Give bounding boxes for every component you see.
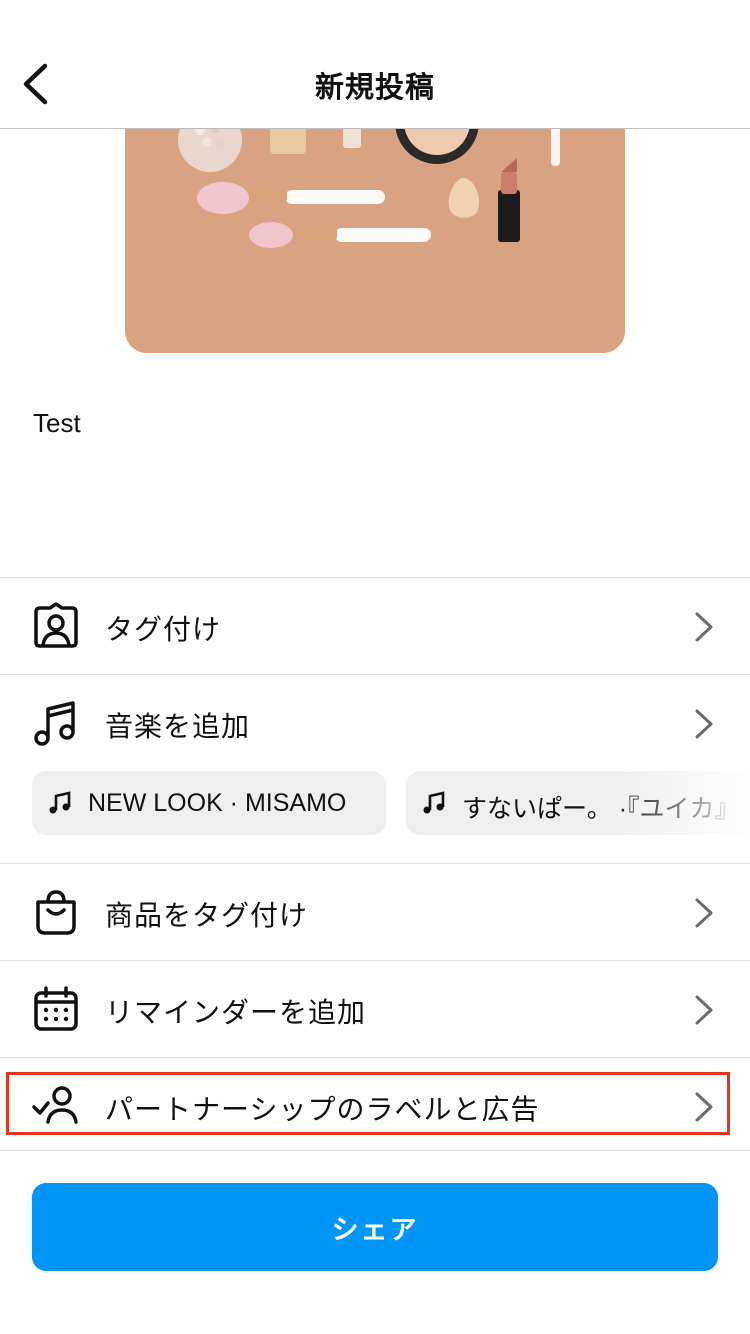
top-navigation-bar: 新規投稿 xyxy=(0,0,750,129)
tag-people-row[interactable]: タグ付け xyxy=(0,577,750,674)
share-button[interactable]: シェア xyxy=(32,1183,718,1271)
chevron-right-icon xyxy=(695,898,713,928)
add-music-row[interactable]: 音楽を追加 xyxy=(0,674,750,771)
chevron-right-icon xyxy=(695,1092,713,1122)
add-reminder-label: リマインダーを追加 xyxy=(105,996,367,1029)
partnership-label: パートナーシップのラベルと広告 xyxy=(105,1093,540,1126)
person-tag-icon xyxy=(32,602,80,650)
add-music-label: 音楽を追加 xyxy=(105,710,251,743)
caption-text[interactable]: Test xyxy=(33,408,81,439)
add-reminder-row[interactable]: リマインダーを追加 xyxy=(0,960,750,1057)
music-suggestions: NEW LOOK · MISAMO すないぱー。 ·『ユイカ』 xyxy=(32,771,750,835)
tag-products-row[interactable]: 商品をタグ付け xyxy=(0,863,750,960)
tag-products-label: 商品をタグ付け xyxy=(105,899,309,932)
tag-people-label: タグ付け xyxy=(105,613,222,646)
page-title: 新規投稿 xyxy=(314,70,435,104)
music-note-icon xyxy=(423,791,445,814)
music-note-icon xyxy=(49,791,71,814)
new-post-screen: 新規投稿 Test タグ付け 音楽を追加 NEW LOOK · MISAMO す… xyxy=(0,0,750,1334)
scroll-fade xyxy=(610,771,750,835)
music-note-icon xyxy=(32,699,80,747)
music-chip[interactable]: NEW LOOK · MISAMO xyxy=(32,771,386,835)
chevron-right-icon xyxy=(695,995,713,1025)
shopping-bag-icon xyxy=(32,888,80,936)
partnership-label-row[interactable]: パートナーシップのラベルと広告 xyxy=(0,1057,750,1154)
calendar-icon xyxy=(32,985,80,1033)
chevron-right-icon xyxy=(695,612,713,642)
chevron-right-icon xyxy=(695,709,713,739)
music-chip-label: NEW LOOK · MISAMO xyxy=(88,789,347,817)
person-check-icon xyxy=(32,1082,80,1130)
divider xyxy=(0,1150,750,1151)
